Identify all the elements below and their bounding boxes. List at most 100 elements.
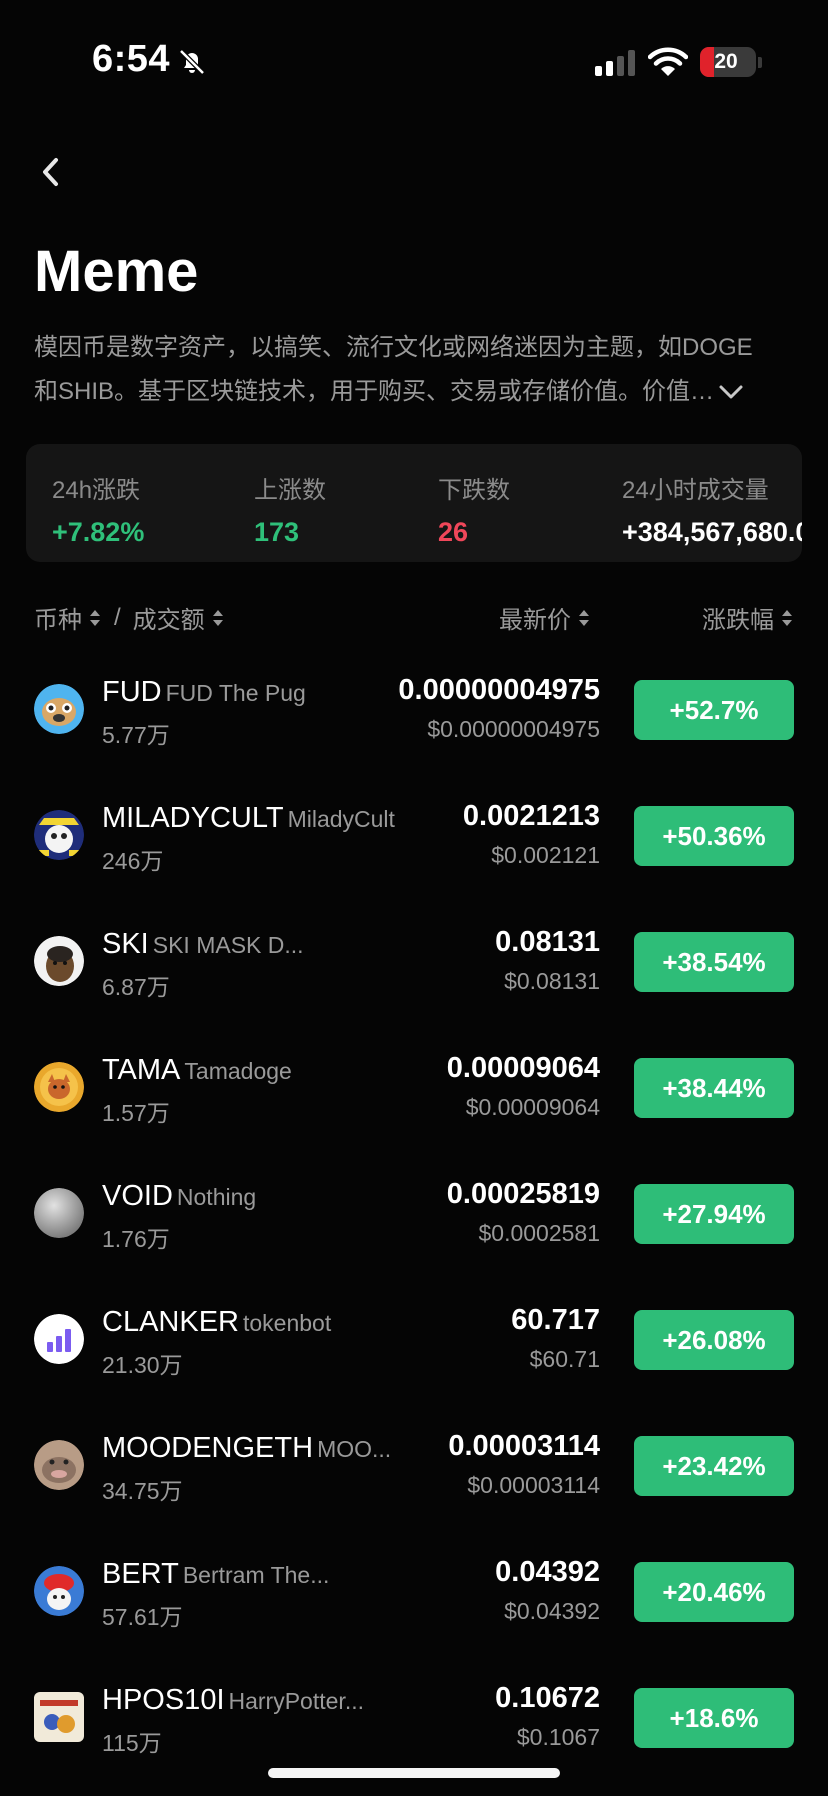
change-badge[interactable]: +38.44% <box>634 1058 794 1118</box>
chevron-down-icon[interactable] <box>718 382 744 402</box>
coin-price-usd: $0.00000004975 <box>427 716 600 742</box>
bell-muted-icon <box>179 49 205 75</box>
coin-price-usd: $0.08131 <box>504 968 600 994</box>
change-badge[interactable]: +52.7% <box>634 680 794 740</box>
coin-price: 0.00003114 <box>448 1430 600 1462</box>
sort-icon <box>782 609 792 626</box>
coin-volume: 1.57万 <box>102 1100 170 1126</box>
sort-icon <box>90 609 100 626</box>
coin-symbol: CLANKER <box>102 1306 239 1338</box>
coin-row[interactable]: TAMA Tamadoge 1.57万 0.00009064 $0.0000906… <box>0 1034 828 1160</box>
coin-volume: 115万 <box>102 1730 162 1756</box>
change-badge[interactable]: +50.36% <box>634 806 794 866</box>
back-icon[interactable] <box>36 152 66 192</box>
coin-price: 0.00009064 <box>446 1052 600 1084</box>
coin-row[interactable]: CLANKER tokenbot 21.30万 60.717 $60.71 +26… <box>0 1286 828 1412</box>
coin-volume: 246万 <box>102 848 164 874</box>
change-badge[interactable]: +18.6% <box>634 1688 794 1748</box>
coin-row[interactable]: SKI SKI MASK D... 6.87万 0.08131 $0.08131 … <box>0 908 828 1034</box>
sort-change[interactable]: 涨跌幅 <box>702 600 794 635</box>
description-line-2: 和SHIB。基于区块链技术，用于购买、交易或存储价值。价值… <box>34 378 715 405</box>
coin-row[interactable]: MOODENGETH MOO... 34.75万 0.00003114 $0.00… <box>0 1412 828 1538</box>
category-description[interactable]: 模因币是数字资产，以搞笑、流行文化或网络迷因为主题，如DOGE 和SHIB。基于… <box>34 326 794 414</box>
coin-symbol: VOID <box>102 1180 173 1212</box>
coin-symbol: MILADYCULT <box>102 802 284 834</box>
stat-24h-change: 24h涨跌 +7.82% <box>52 477 145 547</box>
coin-volume: 1.76万 <box>102 1226 170 1252</box>
battery-level: 20 <box>714 50 738 73</box>
coin-price-usd: $0.002121 <box>491 842 600 868</box>
market-stats-card: 24h涨跌 +7.82% 上涨数 173 下跌数 26 24小时成交量 +384… <box>26 444 802 562</box>
change-badge[interactable]: +38.54% <box>634 932 794 992</box>
stat-24h-volume: 24小时成交量 +384,567,680.0 <box>622 477 802 547</box>
battery-icon: 20 <box>700 47 756 77</box>
tamadoge-coin-icon <box>34 1062 84 1112</box>
coin-price: 0.0021213 <box>462 800 600 832</box>
coin-price: 0.00000004975 <box>398 674 600 706</box>
sort-icon <box>579 609 589 626</box>
bar-chart-icon <box>34 1314 84 1364</box>
coin-volume: 21.30万 <box>102 1352 183 1378</box>
change-badge[interactable]: +20.46% <box>634 1562 794 1622</box>
coin-row[interactable]: FUD FUD The Pug 5.77万 0.00000004975 $0.00… <box>0 656 828 782</box>
coin-name: Nothing <box>176 1184 257 1210</box>
coin-price-usd: $0.04392 <box>504 1598 600 1624</box>
change-badge[interactable]: +26.08% <box>634 1310 794 1370</box>
coin-name: SKI MASK D... <box>152 932 304 958</box>
pug-avatar-icon <box>34 684 84 734</box>
coin-name: Tamadoge <box>184 1058 292 1084</box>
hpos-avatar-icon <box>34 1692 84 1742</box>
coin-symbol: SKI <box>102 928 149 960</box>
void-sphere-icon <box>34 1188 84 1238</box>
sort-icon <box>212 609 223 626</box>
milady-avatar-icon <box>34 810 84 860</box>
coin-name: MOO... <box>317 1436 392 1462</box>
coin-symbol: FUD <box>102 676 162 708</box>
coin-price-usd: $0.00003114 <box>467 1472 600 1498</box>
sort-coin[interactable]: 币种 <box>34 600 102 635</box>
status-time: 6:54 <box>92 38 171 80</box>
coin-price: 0.04392 <box>495 1556 600 1588</box>
cellular-signal-icon <box>595 50 635 76</box>
coin-price-usd: $0.0002581 <box>478 1220 600 1246</box>
coin-volume: 57.61万 <box>102 1604 183 1630</box>
coin-symbol: HPOS10I <box>102 1684 225 1716</box>
header-separator: / <box>114 603 121 631</box>
description-line-1: 模因币是数字资产，以搞笑、流行文化或网络迷因为主题，如DOGE <box>34 334 753 361</box>
stat-gainers: 上涨数 173 <box>254 477 326 547</box>
coin-name: FUD The Pug <box>165 680 306 706</box>
sort-volume[interactable]: 成交额 <box>133 600 225 635</box>
coin-volume: 6.87万 <box>102 974 170 1000</box>
wifi-icon <box>648 47 688 76</box>
coin-row[interactable]: MILADYCULT MiladyCult 246万 0.0021213 $0.0… <box>0 782 828 908</box>
coin-name: MiladyCult <box>287 806 395 832</box>
coin-name: Bertram The... <box>182 1562 330 1588</box>
coin-price: 0.10672 <box>495 1682 600 1714</box>
page-title: Meme <box>34 239 199 304</box>
coin-symbol: MOODENGETH <box>102 1432 314 1464</box>
dog-avatar-icon <box>34 936 84 986</box>
stat-losers: 下跌数 26 <box>438 477 510 547</box>
change-badge[interactable]: +27.94% <box>634 1184 794 1244</box>
home-indicator[interactable] <box>268 1768 560 1778</box>
coin-price-usd: $0.1067 <box>516 1724 600 1750</box>
coin-row[interactable]: VOID Nothing 1.76万 0.00025819 $0.0002581 … <box>0 1160 828 1286</box>
coin-price: 0.08131 <box>495 926 600 958</box>
coin-name: HarryPotter... <box>228 1688 364 1714</box>
coin-price: 0.00025819 <box>446 1178 600 1210</box>
coin-row[interactable]: BERT Bertram The... 57.61万 0.04392 $0.043… <box>0 1538 828 1664</box>
hippo-avatar-icon <box>34 1440 84 1490</box>
list-header: 币种 / 成交额 最新价 涨跌幅 <box>34 600 794 636</box>
coin-price-usd: $60.71 <box>529 1346 600 1372</box>
bert-avatar-icon <box>34 1566 84 1616</box>
coin-volume: 34.75万 <box>102 1478 183 1504</box>
coin-name: tokenbot <box>243 1310 332 1336</box>
change-badge[interactable]: +23.42% <box>634 1436 794 1496</box>
coin-symbol: TAMA <box>102 1054 181 1086</box>
coin-symbol: BERT <box>102 1558 179 1590</box>
battery-tip <box>758 57 762 68</box>
coin-volume: 5.77万 <box>102 722 170 748</box>
status-bar: 6:54 20 <box>0 0 828 120</box>
coin-price-usd: $0.00009064 <box>465 1094 600 1120</box>
sort-price[interactable]: 最新价 <box>499 600 591 635</box>
